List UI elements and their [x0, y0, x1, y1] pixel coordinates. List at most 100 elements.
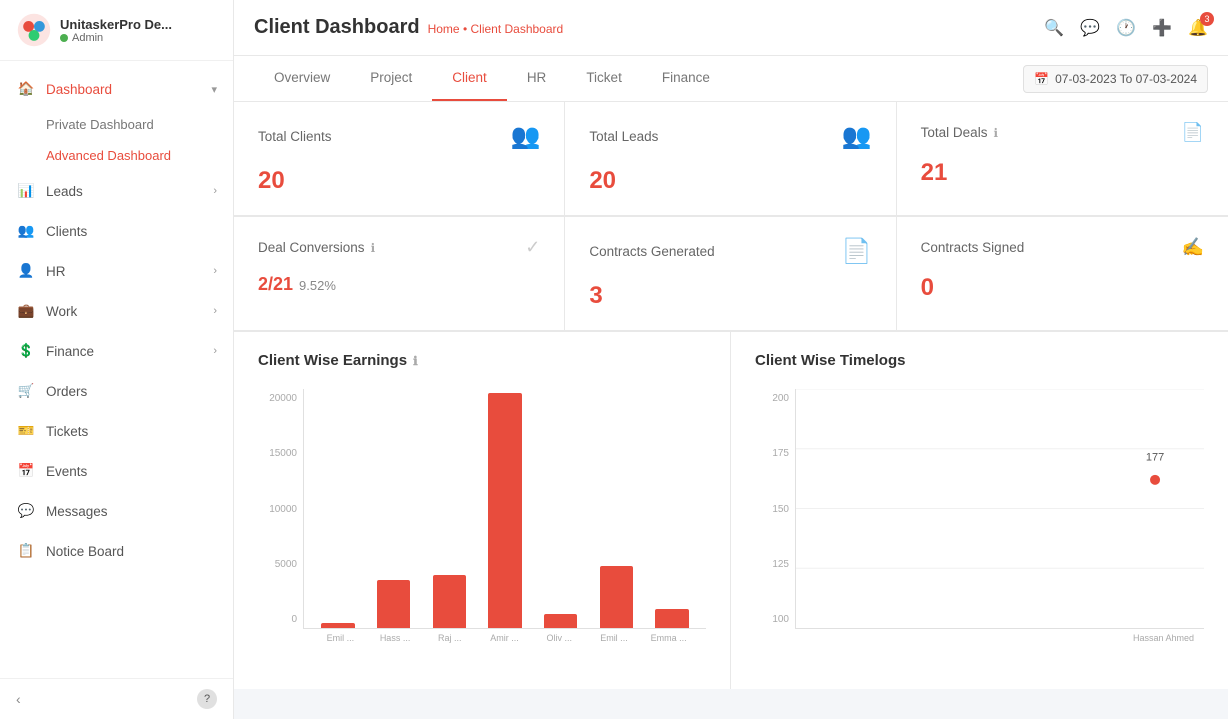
sidebar-item-clients[interactable]: 👥 Clients [0, 211, 233, 251]
info-icon[interactable]: ℹ [993, 126, 998, 140]
x-label: Emil ... [313, 633, 368, 643]
chat-button[interactable]: 💬 [1080, 18, 1100, 38]
stats-row-2: Deal Conversions ℹ ✓ 2/21 9.52% Contract… [234, 217, 1228, 332]
bar [544, 614, 577, 628]
timelogs-x-labels: Hassan Ahmed [795, 629, 1204, 643]
deal-fraction: 2/21 [258, 274, 293, 295]
breadcrumb-home: Home [428, 22, 460, 36]
clients-icon: 👥 [16, 221, 36, 241]
sidebar-item-label: HR [46, 264, 66, 279]
bar-item [370, 580, 418, 628]
y-label: 100 [755, 614, 789, 625]
search-button[interactable]: 🔍 [1044, 18, 1064, 38]
date-range-picker[interactable]: 📅 07-03-2023 To 07-03-2024 [1023, 65, 1208, 93]
y-label: 125 [755, 559, 789, 570]
bar [488, 393, 521, 628]
clock-button[interactable]: 🕐 [1116, 18, 1136, 38]
tab-client[interactable]: Client [432, 56, 507, 101]
sidebar-item-private-dashboard[interactable]: Private Dashboard [0, 109, 233, 140]
y-label: 200 [755, 393, 789, 404]
tab-finance[interactable]: Finance [642, 56, 730, 101]
sidebar-brand: UnitaskerPro De... Admin [16, 12, 172, 48]
hr-icon: 👤 [16, 261, 36, 281]
deal-percent: 9.52% [299, 278, 336, 293]
tab-hr[interactable]: HR [507, 56, 567, 101]
notice-board-icon: 📋 [16, 541, 36, 561]
sidebar-item-hr[interactable]: 👤 HR › [0, 251, 233, 291]
sidebar-item-messages[interactable]: 💬 Messages [0, 491, 233, 531]
info-icon[interactable]: ℹ [413, 354, 418, 368]
check-icon: ✓ [525, 237, 540, 258]
earnings-chart-card: Client Wise Earnings ℹ 20000 15000 10000… [234, 332, 731, 689]
x-label: Amir ... [477, 633, 532, 643]
timelogs-svg: 177 [796, 389, 1204, 628]
add-button[interactable]: ➕ [1152, 18, 1172, 38]
brand-name: UnitaskerPro De... [60, 17, 172, 32]
chevron-down-icon: ▾ [211, 83, 217, 96]
help-button[interactable]: ? [197, 689, 217, 709]
sidebar-item-advanced-dashboard[interactable]: Advanced Dashboard [0, 140, 233, 171]
tabs-bar: Overview Project Client HR Ticket Financ… [234, 56, 1228, 102]
timelogs-plot-area: 177 [795, 389, 1204, 629]
stat-title: Deal Conversions ℹ [258, 240, 375, 255]
y-label: 175 [755, 448, 789, 459]
stat-header: Deal Conversions ℹ ✓ [258, 237, 540, 258]
bar-item [648, 609, 696, 628]
leads-stat-icon: 👥 [842, 122, 872, 151]
bar-item [314, 623, 362, 628]
dashboard-icon: 🏠 [16, 79, 36, 99]
deal-value: 2/21 9.52% [258, 274, 540, 295]
breadcrumb-current: Client Dashboard [470, 22, 563, 36]
sidebar-item-dashboard[interactable]: 🏠 Dashboard ▾ [0, 69, 233, 109]
tab-overview[interactable]: Overview [254, 56, 350, 101]
notifications-button[interactable]: 🔔 3 [1188, 18, 1208, 38]
bar-item [481, 393, 529, 628]
export-icon[interactable]: 📄 [1182, 122, 1204, 143]
chevron-right-icon: › [213, 305, 217, 317]
topbar-left: Client Dashboard Home • Client Dashboard [254, 16, 563, 39]
calendar-icon: 📅 [1034, 72, 1049, 86]
y-label: 0 [258, 614, 297, 625]
brand-logo [16, 12, 52, 48]
sidebar-item-finance[interactable]: 💲 Finance › [0, 331, 233, 371]
orders-icon: 🛒 [16, 381, 36, 401]
stat-header: Total Clients 👥 [258, 122, 540, 151]
stat-title: Contracts Signed [921, 240, 1025, 255]
stat-title: Total Clients [258, 129, 332, 144]
data-point [1150, 475, 1160, 485]
stat-header: Total Leads 👥 [589, 122, 871, 151]
info-icon[interactable]: ℹ [371, 241, 376, 255]
stat-title: Total Leads [589, 129, 658, 144]
sidebar-item-label: Finance [46, 344, 94, 359]
sidebar-item-notice-board[interactable]: 📋 Notice Board [0, 531, 233, 571]
sign-icon[interactable]: ✍ [1182, 237, 1204, 258]
sidebar-item-events[interactable]: 📅 Events [0, 451, 233, 491]
sidebar-footer: ‹ ? [0, 678, 233, 719]
sidebar-item-leads[interactable]: 📊 Leads › [0, 171, 233, 211]
clients-stat-icon: 👥 [510, 122, 540, 151]
data-point-label: 177 [1146, 452, 1164, 464]
sidebar-item-label: Notice Board [46, 544, 124, 559]
sidebar-item-work[interactable]: 💼 Work › [0, 291, 233, 331]
sidebar-item-orders[interactable]: 🛒 Orders [0, 371, 233, 411]
bar-item [425, 575, 473, 628]
x-label: Emma ... [641, 633, 696, 643]
stat-value: 3 [589, 282, 871, 310]
sidebar-nav: 🏠 Dashboard ▾ Private Dashboard Advanced… [0, 61, 233, 678]
tab-project[interactable]: Project [350, 56, 432, 101]
y-label: 10000 [258, 504, 297, 515]
collapse-sidebar-button[interactable]: ‹ [16, 691, 21, 707]
sidebar-item-tickets[interactable]: 🎫 Tickets [0, 411, 233, 451]
tickets-icon: 🎫 [16, 421, 36, 441]
sidebar-item-label: Events [46, 464, 87, 479]
breadcrumb: Home • Client Dashboard [428, 22, 564, 36]
stat-card-deal-conversions: Deal Conversions ℹ ✓ 2/21 9.52% [234, 217, 565, 331]
stat-header: Contracts Generated 📄 [589, 237, 871, 266]
sidebar-header: UnitaskerPro De... Admin [0, 0, 233, 61]
chevron-right-icon: › [213, 345, 217, 357]
tab-ticket[interactable]: Ticket [566, 56, 642, 101]
date-range-value: 07-03-2023 To 07-03-2024 [1055, 72, 1197, 86]
stat-title: Total Deals ℹ [921, 125, 998, 140]
bar [377, 580, 410, 628]
stat-value: 0 [921, 274, 1204, 302]
